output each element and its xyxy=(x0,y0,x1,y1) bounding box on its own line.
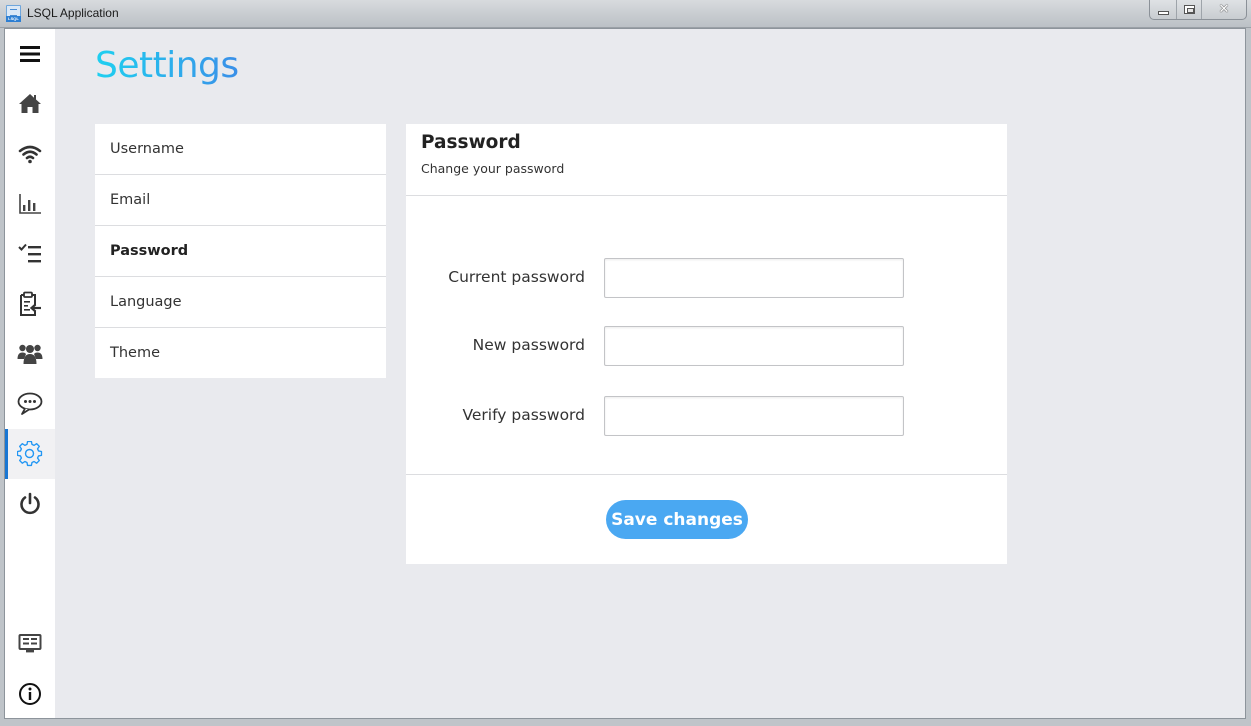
sidebar-item-home[interactable] xyxy=(5,79,55,129)
hamburger-menu-icon xyxy=(20,46,40,62)
gear-icon xyxy=(17,441,43,467)
minimize-button[interactable] xyxy=(1150,0,1176,19)
maximize-button[interactable] xyxy=(1176,0,1201,19)
page-title: Settings xyxy=(95,45,239,86)
maximize-icon xyxy=(1183,5,1195,14)
save-changes-button[interactable]: Save changes xyxy=(606,500,748,539)
window-bottom-frame xyxy=(0,719,1251,726)
window-title: LSQL Application xyxy=(27,6,119,20)
form-row-verify-password: Verify password xyxy=(406,396,1007,436)
current-password-label: Current password xyxy=(448,268,585,286)
info-icon xyxy=(19,683,41,705)
app-icon-badge: LSQL xyxy=(6,16,21,22)
panel-title: Password xyxy=(421,132,521,153)
close-icon: ✕ xyxy=(1218,2,1230,17)
app-icon: LSQL xyxy=(6,5,21,22)
sidebar-item-info[interactable] xyxy=(5,669,55,719)
users-group-icon xyxy=(17,344,43,364)
dashboard-monitor-icon xyxy=(18,634,42,653)
sidebar-item-menu[interactable] xyxy=(5,29,55,79)
settings-menu-item-email[interactable]: Email xyxy=(95,175,386,226)
window-controls: ✕ xyxy=(1149,0,1247,20)
panel-header: Password Change your password xyxy=(406,124,1007,196)
panel-subtitle: Change your password xyxy=(421,161,565,176)
settings-menu-item-theme[interactable]: Theme xyxy=(95,328,386,378)
sidebar-nav xyxy=(5,29,55,718)
sidebar-item-dashboard[interactable] xyxy=(5,619,55,669)
sidebar-item-tasks[interactable] xyxy=(5,229,55,279)
clipboard-import-icon xyxy=(20,291,41,316)
new-password-label: New password xyxy=(472,336,585,354)
verify-password-input[interactable] xyxy=(604,396,904,436)
checklist-icon xyxy=(18,243,41,263)
current-password-input[interactable] xyxy=(604,258,904,298)
settings-menu-item-password[interactable]: Password xyxy=(95,226,386,277)
new-password-input[interactable] xyxy=(604,326,904,366)
bar-chart-icon xyxy=(19,194,41,214)
wifi-icon xyxy=(18,145,42,164)
home-icon xyxy=(19,94,41,113)
power-icon xyxy=(20,492,40,515)
window-titlebar[interactable]: LSQL LSQL Application ✕ xyxy=(0,0,1251,28)
chat-bubble-icon xyxy=(17,392,43,415)
sidebar-item-clipboard[interactable] xyxy=(5,279,55,329)
form-row-current-password: Current password xyxy=(406,258,1007,298)
sidebar-item-power[interactable] xyxy=(5,479,55,529)
sidebar-item-users[interactable] xyxy=(5,329,55,379)
sidebar-item-settings[interactable] xyxy=(5,429,55,479)
settings-menu: Username Email Password Language Theme xyxy=(95,124,386,378)
form-row-new-password: New password xyxy=(406,326,1007,366)
sidebar-item-chat[interactable] xyxy=(5,379,55,429)
verify-password-label: Verify password xyxy=(462,406,586,424)
panel-footer-divider xyxy=(406,474,1007,475)
settings-menu-item-language[interactable]: Language xyxy=(95,277,386,328)
minimize-icon xyxy=(1157,10,1169,15)
settings-menu-item-username[interactable]: Username xyxy=(95,124,386,175)
app-client-area: Settings Username Email Password Languag… xyxy=(4,28,1246,719)
sidebar-item-network[interactable] xyxy=(5,129,55,179)
close-button[interactable]: ✕ xyxy=(1201,0,1246,19)
sidebar-item-statistics[interactable] xyxy=(5,179,55,229)
password-panel: Password Change your password Current pa… xyxy=(406,124,1007,564)
